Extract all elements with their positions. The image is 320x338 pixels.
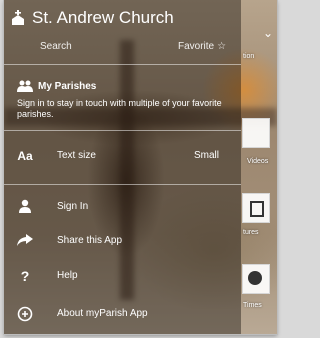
my-parishes-label: My Parishes	[38, 81, 97, 92]
text-size-item[interactable]: Aa Text size Small	[4, 148, 241, 168]
text-size-icon: Aa	[17, 149, 33, 163]
share-item[interactable]: Share this App	[4, 233, 241, 253]
about-item[interactable]: About myParish App	[4, 306, 241, 326]
my-parishes-description: Sign in to stay in touch with multiple o…	[17, 98, 222, 119]
favorite-toggle[interactable]: Favorite ☆	[178, 41, 226, 52]
church-title: St. Andrew Church	[32, 8, 174, 27]
divider	[4, 184, 241, 185]
help-item[interactable]: ? Help	[4, 268, 241, 288]
star-icon: ☆	[217, 41, 227, 52]
videos-label: Videos	[247, 158, 269, 165]
app-window: ⌄ tion Videos tures Times St. Andrew Chu…	[4, 0, 277, 334]
user-icon	[19, 199, 31, 213]
text-size-value[interactable]: Small	[194, 150, 219, 161]
divider	[4, 64, 241, 65]
times-tile[interactable]	[242, 264, 270, 294]
info-circle-icon	[17, 306, 33, 322]
chevron-down-icon[interactable]: ⌄	[263, 26, 273, 40]
navigation-drawer: St. Andrew Church Search Favorite ☆ My Pa…	[4, 0, 241, 334]
side-panel-text: tion	[243, 53, 255, 60]
search-link[interactable]: Search	[40, 41, 72, 52]
help-icon: ?	[20, 268, 30, 284]
sign-in-label: Sign In	[57, 201, 89, 212]
pictures-tile[interactable]	[242, 193, 270, 223]
pictures-label: tures	[243, 229, 259, 236]
about-label: About myParish App	[57, 308, 148, 319]
help-label: Help	[57, 270, 78, 281]
divider	[4, 130, 241, 131]
sign-in-item[interactable]: Sign In	[4, 199, 241, 219]
text-size-label: Text size	[57, 150, 96, 161]
people-icon	[17, 80, 33, 92]
favorite-label: Favorite	[178, 41, 215, 52]
share-label: Share this App	[57, 235, 123, 246]
times-label: Times	[243, 302, 262, 309]
videos-tile[interactable]	[242, 118, 270, 148]
share-icon	[17, 234, 33, 246]
drawer-header: St. Andrew Church Search Favorite ☆	[4, 0, 241, 64]
church-icon	[12, 10, 24, 25]
